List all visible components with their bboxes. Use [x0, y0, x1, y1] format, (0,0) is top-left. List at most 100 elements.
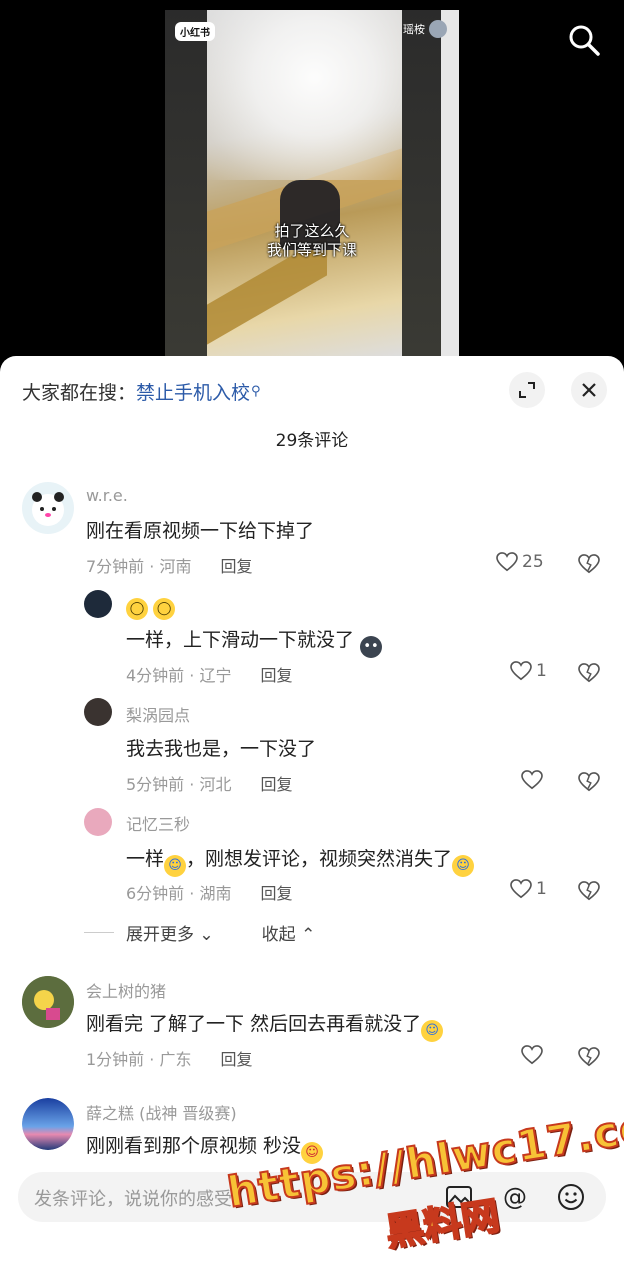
- xiaohongshu-badge: 小红书: [175, 22, 215, 41]
- search-icon[interactable]: [566, 22, 602, 58]
- video-author: 瑶桉: [403, 20, 447, 38]
- username[interactable]: 记忆三秒: [126, 811, 190, 835]
- dislike-icon[interactable]: [578, 1047, 600, 1067]
- heart-icon: [521, 770, 543, 790]
- dislike-icon[interactable]: [578, 772, 600, 792]
- divider: [84, 932, 114, 933]
- heart-icon: [521, 1045, 543, 1065]
- time-location: 7分钟前 · 河南: [86, 557, 192, 576]
- comment-meta: 1分钟前 · 广东 回复: [86, 1046, 253, 1070]
- comment-count: 29条评论: [275, 431, 349, 451]
- video-author-avatar: [429, 20, 447, 38]
- video-side-strip: [441, 10, 459, 356]
- video-author-name: 瑶桉: [403, 23, 425, 36]
- close-icon: [582, 383, 596, 397]
- video-subtitle: 拍了这么久 我们等到下课: [165, 222, 459, 260]
- time-location: 4分钟前 · 辽宁: [126, 666, 232, 685]
- username[interactable]: w.r.e.: [86, 486, 128, 505]
- comment-text[interactable]: 一样 ☺ ，刚想发评论，视频突然消失了 ☺: [126, 844, 475, 877]
- like-button[interactable]: [521, 770, 543, 790]
- avatar[interactable]: [22, 482, 74, 534]
- hot-search-keyword[interactable]: 禁止手机入校: [136, 378, 250, 405]
- comment-meta: 6分钟前 · 湖南 回复: [126, 880, 293, 904]
- hot-search-prefix: 大家都在搜：: [22, 382, 137, 404]
- avatar[interactable]: [84, 698, 112, 726]
- subtitle-line-1: 拍了这么久: [274, 222, 350, 240]
- like-button[interactable]: 1: [510, 661, 547, 681]
- heart-icon: [510, 661, 532, 681]
- expand-icon: [519, 382, 535, 398]
- yum-emoji-icon: ☺: [301, 1142, 324, 1164]
- comment-text[interactable]: 刚刚看到那个原视频 秒没 ☺: [86, 1131, 324, 1164]
- time-location: 6分钟前 · 湖南: [126, 884, 232, 903]
- subtitle-line-2: 我们等到下课: [266, 241, 357, 259]
- video-player[interactable]: 小红书 瑶桉 拍了这么久 我们等到下课: [0, 0, 624, 372]
- comment-text[interactable]: 我去我也是，一下没了: [126, 734, 316, 761]
- username[interactable]: 会上树的猪: [86, 978, 166, 1002]
- crying-laugh-emoji-icon: ☺: [421, 1020, 444, 1042]
- comment-text[interactable]: 刚看完 了解了一下 然后回去再看就没了 ☺: [86, 1009, 444, 1042]
- comment-meta: 5分钟前 · 河北 回复: [126, 771, 293, 795]
- like-count: 1: [536, 879, 547, 899]
- search-small-icon: ⚲: [251, 384, 261, 399]
- nerd-emoji-icon: ◯: [126, 598, 148, 620]
- chevron-up-icon: ⌃: [301, 925, 316, 945]
- username[interactable]: 薛之糕 (战神 晋级赛): [86, 1100, 237, 1124]
- comment-input-bar[interactable]: 发条评论，说说你的感受 @: [18, 1172, 606, 1222]
- mention-icon[interactable]: @: [500, 1182, 530, 1212]
- comment-text[interactable]: 刚在看原视频一下给下掉了: [86, 516, 314, 543]
- hot-search-bar[interactable]: 大家都在搜： 禁止手机入校 ⚲: [22, 378, 261, 405]
- face-emoji-icon: ••: [360, 636, 383, 658]
- video-frame[interactable]: 小红书 瑶桉 拍了这么久 我们等到下课: [165, 10, 459, 356]
- image-icon[interactable]: [444, 1182, 474, 1212]
- reply-button[interactable]: 回复: [221, 1050, 253, 1069]
- like-count: 1: [536, 661, 547, 681]
- close-sheet-button[interactable]: [571, 372, 607, 408]
- expand-sheet-button[interactable]: [509, 372, 545, 408]
- comment-text-body: 刚看完 了解了一下 然后回去再看就没了: [86, 1013, 422, 1035]
- smoke-cloud: [207, 10, 402, 180]
- dislike-icon[interactable]: [578, 881, 600, 901]
- time-location: 1分钟前 · 广东: [86, 1050, 192, 1069]
- dislike-icon[interactable]: [578, 663, 600, 683]
- like-button[interactable]: [521, 1045, 543, 1065]
- comment-meta: 7分钟前 · 河南 回复: [86, 553, 253, 577]
- collapse-button[interactable]: 收起 ⌃: [262, 920, 316, 945]
- comment-sheet: 大家都在搜： 禁止手机入校 ⚲ 29条评论 w.r.e. 刚在看原视频一下给下掉…: [0, 356, 624, 1280]
- expand-more-button[interactable]: 展开更多 ⌄: [126, 920, 214, 945]
- username[interactable]: ◯ ◯ 🤓🤓: [126, 593, 176, 620]
- heart-icon: [510, 879, 532, 899]
- avatar[interactable]: [84, 808, 112, 836]
- svg-text:@: @: [503, 1183, 527, 1211]
- time-location: 5分钟前 · 河北: [126, 775, 232, 794]
- crying-laugh-emoji-icon: ☺: [452, 855, 475, 877]
- comment-text-part: 一样: [126, 848, 165, 870]
- reply-button[interactable]: 回复: [261, 884, 293, 903]
- cartoon-avatar-icon: [22, 976, 74, 1028]
- nerd-emoji-icon: ◯: [153, 598, 176, 620]
- avatar[interactable]: [22, 976, 74, 1028]
- comment-input-placeholder[interactable]: 发条评论，说说你的感受: [34, 1185, 232, 1211]
- crying-laugh-emoji-icon: ☺: [164, 855, 187, 877]
- dislike-icon[interactable]: [578, 554, 600, 574]
- reply-button[interactable]: 回复: [261, 666, 293, 685]
- avatar[interactable]: [84, 590, 112, 618]
- username[interactable]: 梨涡园点: [126, 702, 190, 726]
- reply-button[interactable]: 回复: [261, 775, 293, 794]
- comment-text-body: 刚刚看到那个原视频 秒没: [86, 1135, 302, 1157]
- like-count: 25: [522, 552, 544, 572]
- like-button[interactable]: 25: [496, 552, 544, 572]
- comment-text[interactable]: 一样，上下滑动一下就没了 ••: [126, 625, 383, 658]
- comment-text-part: ，刚想发评论，视频突然消失了: [186, 848, 453, 870]
- chevron-down-icon: ⌄: [199, 925, 214, 945]
- reply-button[interactable]: 回复: [221, 557, 253, 576]
- comment-text-body: 一样，上下滑动一下就没了: [126, 629, 355, 651]
- heart-icon: [496, 552, 518, 572]
- reply-thread-controls: 展开更多 ⌄ 收起 ⌃: [84, 920, 315, 945]
- like-button[interactable]: 1: [510, 879, 547, 899]
- sky-avatar-icon: [22, 1098, 74, 1150]
- comment-meta: 4分钟前 · 辽宁 回复: [126, 662, 293, 686]
- avatar[interactable]: [22, 1098, 74, 1150]
- panda-avatar-icon: [32, 492, 64, 526]
- emoji-icon[interactable]: [556, 1182, 586, 1212]
